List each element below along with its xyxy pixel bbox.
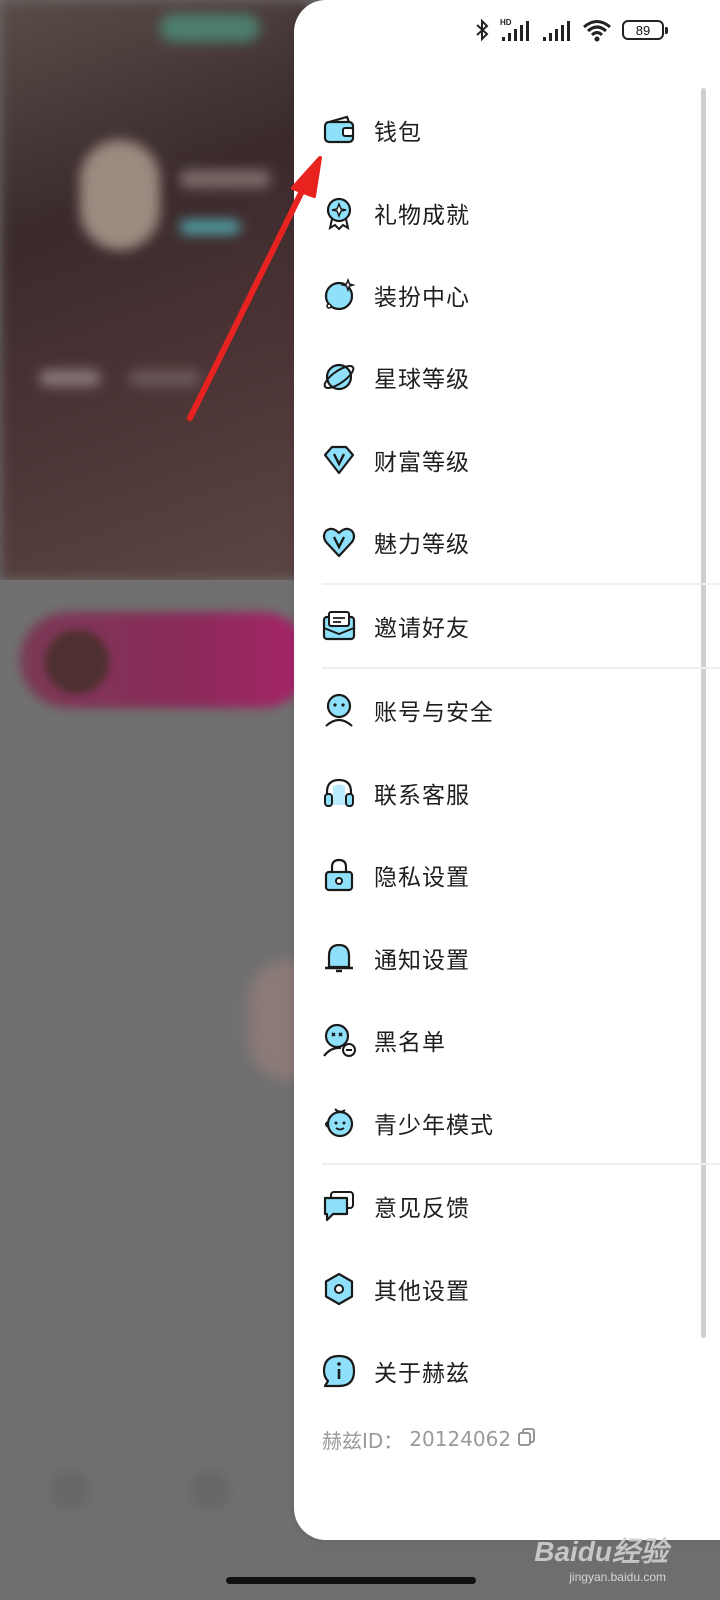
menu-divider bbox=[322, 583, 720, 585]
lock-icon bbox=[320, 856, 358, 894]
menu-item-label: 装扮中心 bbox=[374, 285, 470, 311]
cellular-hd-signal-icon: HD bbox=[500, 18, 529, 41]
blocked-user-icon bbox=[320, 1021, 358, 1059]
menu-item-blacklist[interactable]: 黑名单 bbox=[320, 1010, 680, 1070]
background-tab-icon bbox=[190, 1470, 230, 1510]
menu-item-about[interactable]: 关于赫兹 bbox=[320, 1341, 680, 1401]
info-chat-icon bbox=[320, 1352, 358, 1390]
bluetooth-icon bbox=[476, 18, 489, 42]
menu-item-label: 联系客服 bbox=[374, 783, 470, 809]
envelope-icon bbox=[320, 607, 358, 645]
menu-item-label: 礼物成就 bbox=[374, 203, 470, 229]
menu-item-label: 关于赫兹 bbox=[374, 1361, 470, 1387]
menu-item-label: 意见反馈 bbox=[374, 1196, 470, 1222]
menu-item-label: 魅力等级 bbox=[374, 532, 470, 558]
user-id-row: 赫兹ID： 20124062 bbox=[322, 1424, 537, 1454]
menu-item-privacy-settings[interactable]: 隐私设置 bbox=[320, 845, 680, 905]
background-tab-icon bbox=[50, 1470, 90, 1510]
diamond-v-icon bbox=[320, 441, 358, 479]
account-face-icon bbox=[320, 691, 358, 729]
menu-item-label: 账号与安全 bbox=[374, 700, 494, 726]
wifi-icon bbox=[583, 20, 611, 42]
menu-item-label: 财富等级 bbox=[374, 450, 470, 476]
baidu-watermark: Baidu经验 bbox=[534, 1536, 668, 1567]
menu-item-label: 钱包 bbox=[374, 120, 422, 146]
planet-sparkle-icon bbox=[320, 276, 358, 314]
background-profile-header bbox=[0, 0, 310, 580]
bell-icon bbox=[320, 939, 358, 977]
gift-medal-icon bbox=[320, 194, 358, 232]
menu-item-gift-achievement[interactable]: 礼物成就 bbox=[320, 183, 680, 243]
home-indicator[interactable] bbox=[226, 1577, 476, 1584]
planet-ring-icon bbox=[320, 358, 358, 396]
baidu-watermark-url: jingyan.baidu.com bbox=[569, 1570, 666, 1584]
menu-item-teen-mode[interactable]: 青少年模式 bbox=[320, 1093, 680, 1153]
headset-icon bbox=[320, 774, 358, 812]
menu-divider bbox=[322, 1163, 720, 1165]
menu-item-label: 星球等级 bbox=[374, 367, 470, 393]
battery-indicator: 89 bbox=[622, 20, 668, 40]
svg-text:HD: HD bbox=[500, 18, 512, 27]
menu-item-invite-friends[interactable]: 邀请好友 bbox=[320, 596, 680, 656]
menu-item-label: 隐私设置 bbox=[374, 865, 470, 891]
status-bar: HD 89 bbox=[474, 14, 668, 46]
menu-item-wallet[interactable]: 钱包 bbox=[320, 100, 680, 160]
menu-item-wealth-level[interactable]: 财富等级 bbox=[320, 430, 680, 490]
cellular-signal-icon bbox=[543, 21, 570, 41]
hexagon-gear-icon bbox=[320, 1270, 358, 1308]
background-content bbox=[0, 580, 310, 1600]
menu-item-label: 黑名单 bbox=[374, 1030, 446, 1056]
menu-divider bbox=[322, 667, 720, 669]
user-id-label: 赫兹ID： bbox=[322, 1428, 404, 1453]
menu-item-charm-level[interactable]: 魅力等级 bbox=[320, 512, 680, 572]
menu-item-label: 通知设置 bbox=[374, 948, 470, 974]
heart-v-icon bbox=[320, 523, 358, 561]
wallet-icon bbox=[320, 111, 358, 149]
menu-item-planet-level[interactable]: 星球等级 bbox=[320, 347, 680, 407]
menu-item-dressup-center[interactable]: 装扮中心 bbox=[320, 265, 680, 325]
battery-level: 89 bbox=[635, 22, 651, 38]
drawer-scrollbar[interactable] bbox=[701, 88, 706, 1338]
feedback-chat-icon bbox=[320, 1187, 358, 1225]
child-face-icon bbox=[320, 1104, 358, 1142]
copy-icon[interactable] bbox=[517, 1427, 537, 1452]
menu-item-label: 邀请好友 bbox=[374, 616, 470, 642]
menu-item-label: 其他设置 bbox=[374, 1279, 470, 1305]
menu-item-customer-service[interactable]: 联系客服 bbox=[320, 763, 680, 823]
user-id-value: 20124062 bbox=[409, 1427, 512, 1451]
menu-item-other-settings[interactable]: 其他设置 bbox=[320, 1259, 680, 1319]
menu-item-notification-settings[interactable]: 通知设置 bbox=[320, 928, 680, 988]
menu-item-account-security[interactable]: 账号与安全 bbox=[320, 680, 680, 740]
menu-item-label: 青少年模式 bbox=[374, 1113, 494, 1139]
menu-item-feedback[interactable]: 意见反馈 bbox=[320, 1176, 680, 1236]
